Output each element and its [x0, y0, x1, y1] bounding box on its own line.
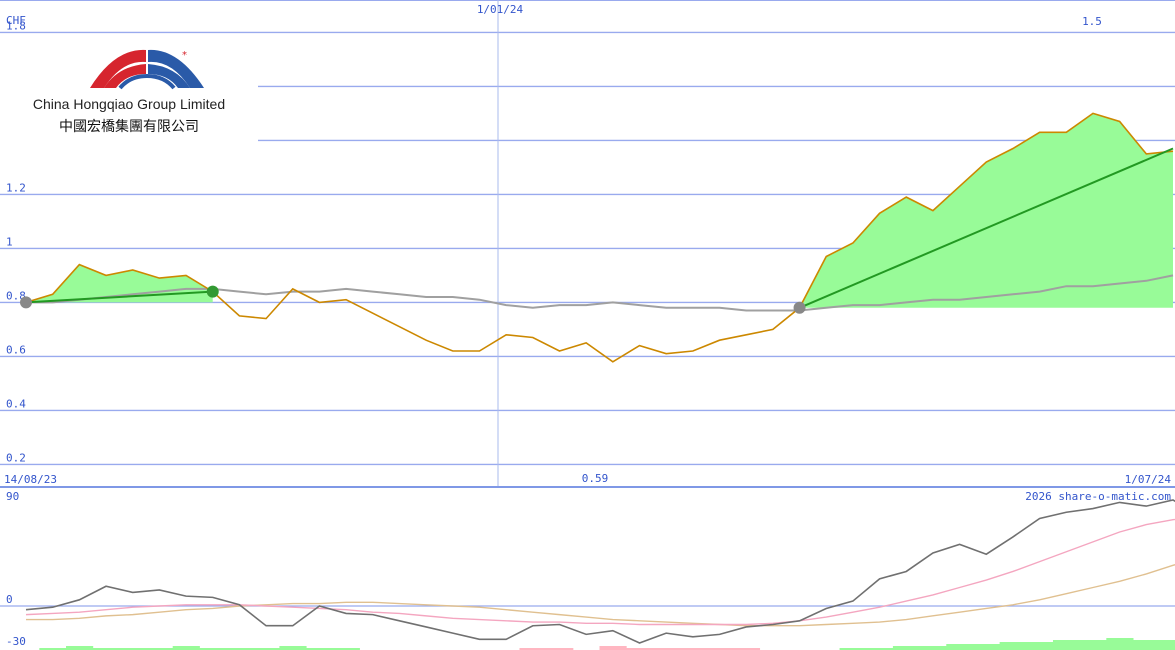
osc-tick-label: 90 [6, 490, 19, 503]
histogram-bar [1026, 642, 1054, 650]
histogram-bar [1159, 640, 1175, 650]
histogram-bar [972, 644, 1001, 650]
bottom-panel-bg [0, 486, 1175, 650]
company-name-en: China Hongqiao Group Limited [32, 96, 226, 112]
svg-text:*: * [182, 50, 187, 61]
histogram-bar [599, 646, 627, 650]
company-name-zh: 中國宏橋集團有限公司 [59, 119, 199, 135]
histogram-bar [919, 646, 947, 650]
y-tick-label: 1.2 [6, 181, 26, 194]
x-start-label: 14/08/23 [4, 473, 57, 486]
osc-tick-label: 0 [6, 593, 13, 606]
histogram-bar [66, 646, 94, 650]
histogram-bar [999, 642, 1027, 650]
trade-marker [20, 296, 32, 309]
currency-label: CHF [6, 14, 26, 27]
hongqiao-logo-mark: * [90, 49, 204, 90]
trade-marker [206, 285, 219, 298]
histogram-bar [279, 646, 307, 650]
y-tick-label: 1 [6, 235, 13, 248]
watermark: 2026 share-o-matic.com [1025, 490, 1171, 503]
low-label: 0.59 [582, 472, 609, 485]
company-logo: * China Hongqiao Group Limited 中國宏橋集團有限公… [0, 46, 258, 146]
osc-tick-label: -30 [6, 635, 26, 648]
x-end-label: 1/07/24 [1125, 473, 1172, 486]
histogram-bar [1079, 640, 1107, 650]
histogram-bar [1052, 640, 1081, 650]
x-mid-label: 1/01/24 [477, 3, 524, 16]
chart-stage: 0.20.40.60.811.21.41.61.8CHF1/01/241.514… [0, 0, 1175, 650]
high-label: 1.5 [1082, 15, 1102, 28]
histogram-bar [1106, 638, 1134, 650]
histogram-bar [946, 644, 974, 650]
trade-marker [793, 301, 806, 314]
histogram-bar [892, 646, 921, 650]
y-tick-label: 0.4 [6, 397, 26, 410]
y-tick-label: 0.6 [6, 343, 26, 356]
histogram-bar [1132, 640, 1161, 650]
y-tick-label: 0.2 [6, 451, 26, 464]
histogram-bar [172, 646, 200, 650]
